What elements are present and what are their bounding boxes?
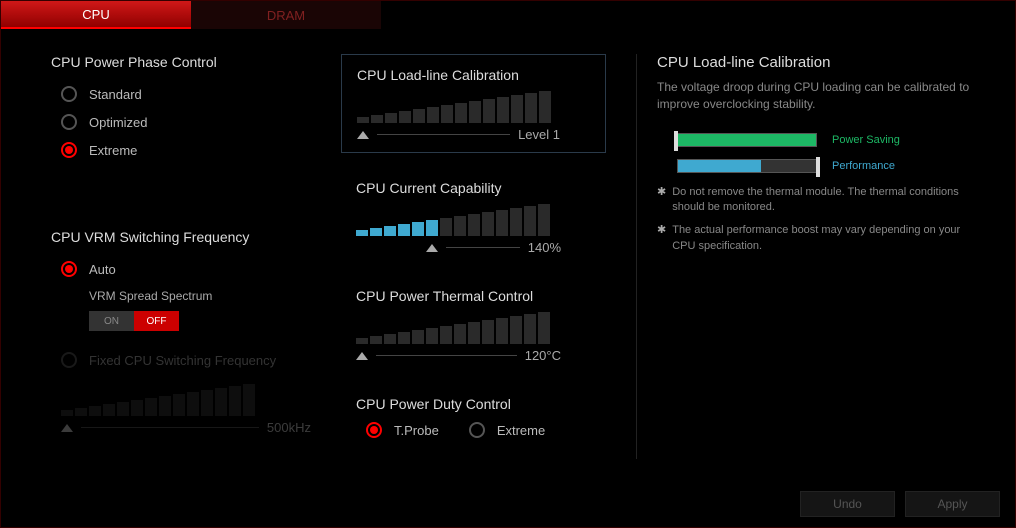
radio-label: Optimized (89, 115, 148, 130)
info-notes: ✱ Do not remove the thermal module. The … (657, 185, 981, 255)
bars-icon (356, 314, 591, 344)
radio-circle-icon (61, 261, 77, 277)
thermal-slider[interactable]: 120°C (356, 348, 591, 363)
gauge-tick-icon (674, 131, 678, 151)
info-note: ✱ The actual performance boost may vary … (657, 223, 981, 254)
current-card: CPU Current Capability 140% (341, 168, 606, 261)
loadline-card[interactable]: CPU Load-line Calibration Level 1 (341, 54, 606, 153)
gauge-tick-icon (816, 157, 820, 177)
bullet-star-icon: ✱ (657, 185, 666, 216)
vrm-title: CPU VRM Switching Frequency (51, 229, 341, 245)
gauge-bar (677, 159, 817, 173)
radio-circle-icon (61, 86, 77, 102)
phase-title: CPU Power Phase Control (51, 54, 341, 70)
gauge-fill (678, 134, 816, 146)
info-desc: The voltage droop during CPU loading can… (657, 79, 981, 113)
current-title: CPU Current Capability (356, 180, 591, 196)
toggle-off[interactable]: OFF (134, 311, 179, 331)
radio-circle-icon (366, 422, 382, 438)
radio-standard[interactable]: Standard (51, 80, 341, 108)
thermal-card: CPU Power Thermal Control 120°C (341, 276, 606, 369)
slider-line (376, 355, 517, 356)
info-note: ✱ Do not remove the thermal module. The … (657, 185, 981, 216)
radio-circle-icon (469, 422, 485, 438)
gauge-performance: Performance (657, 159, 981, 173)
current-slider[interactable]: 140% (356, 240, 591, 255)
gauge-label: Power Saving (832, 134, 900, 146)
radio-circle-icon (61, 352, 77, 368)
toggle-on[interactable]: ON (89, 311, 134, 331)
duty-card: CPU Power Duty Control T.Probe Extreme (341, 384, 606, 444)
radio-label: T.Probe (394, 423, 439, 438)
radio-label: Extreme (497, 423, 545, 438)
slider-line (377, 134, 510, 135)
apply-button[interactable]: Apply (905, 491, 1000, 517)
radio-label: Extreme (89, 143, 137, 158)
gauge-label: Performance (832, 160, 895, 172)
gauge-bar (677, 133, 817, 147)
slider-line (446, 247, 520, 248)
radio-circle-icon (61, 114, 77, 130)
vrm-spread-label: VRM Spread Spectrum (89, 289, 341, 303)
tab-dram[interactable]: DRAM (191, 1, 381, 29)
radio-label: Fixed CPU Switching Frequency (89, 353, 276, 368)
phase-group: Standard Optimized Extreme (51, 80, 341, 164)
triangle-up-icon (426, 244, 438, 252)
radio-duty-extreme[interactable]: Extreme (469, 422, 545, 438)
bars-icon (357, 93, 590, 123)
duty-title: CPU Power Duty Control (356, 396, 591, 412)
loadline-value: Level 1 (518, 127, 590, 142)
triangle-up-icon (357, 131, 369, 139)
note-text: Do not remove the thermal module. The th… (672, 185, 981, 216)
radio-optimized[interactable]: Optimized (51, 108, 341, 136)
vrm-freq-value: 500kHz (267, 420, 341, 435)
gauge-power-saving: Power Saving (657, 133, 981, 147)
loadline-slider[interactable]: Level 1 (357, 127, 590, 142)
thermal-value: 120°C (525, 348, 591, 363)
footer-buttons: Undo Apply (800, 491, 1000, 517)
radio-extreme[interactable]: Extreme (51, 136, 341, 164)
radio-tprobe[interactable]: T.Probe (366, 422, 439, 438)
thermal-title: CPU Power Thermal Control (356, 288, 591, 304)
slider-line (81, 427, 259, 428)
radio-label: Auto (89, 262, 116, 277)
triangle-up-icon (356, 352, 368, 360)
note-text: The actual performance boost may vary de… (672, 223, 981, 254)
loadline-title: CPU Load-line Calibration (357, 67, 590, 83)
tab-cpu[interactable]: CPU (1, 1, 191, 29)
radio-label: Standard (89, 87, 142, 102)
radio-vrm-auto[interactable]: Auto (51, 255, 341, 283)
bars-icon (356, 206, 591, 236)
info-title: CPU Load-line Calibration (657, 54, 981, 71)
vrm-freq-slider: 500kHz (61, 386, 341, 435)
radio-vrm-fixed[interactable]: Fixed CPU Switching Frequency (51, 346, 341, 374)
bullet-star-icon: ✱ (657, 223, 666, 254)
vrm-spread-toggle[interactable]: ON OFF (89, 311, 179, 331)
triangle-up-icon (61, 424, 73, 432)
tab-bar: CPU DRAM (1, 1, 1015, 29)
current-value: 140% (528, 240, 591, 255)
gauge-fill (678, 160, 761, 172)
bars-icon (61, 386, 341, 416)
radio-circle-icon (61, 142, 77, 158)
undo-button[interactable]: Undo (800, 491, 895, 517)
